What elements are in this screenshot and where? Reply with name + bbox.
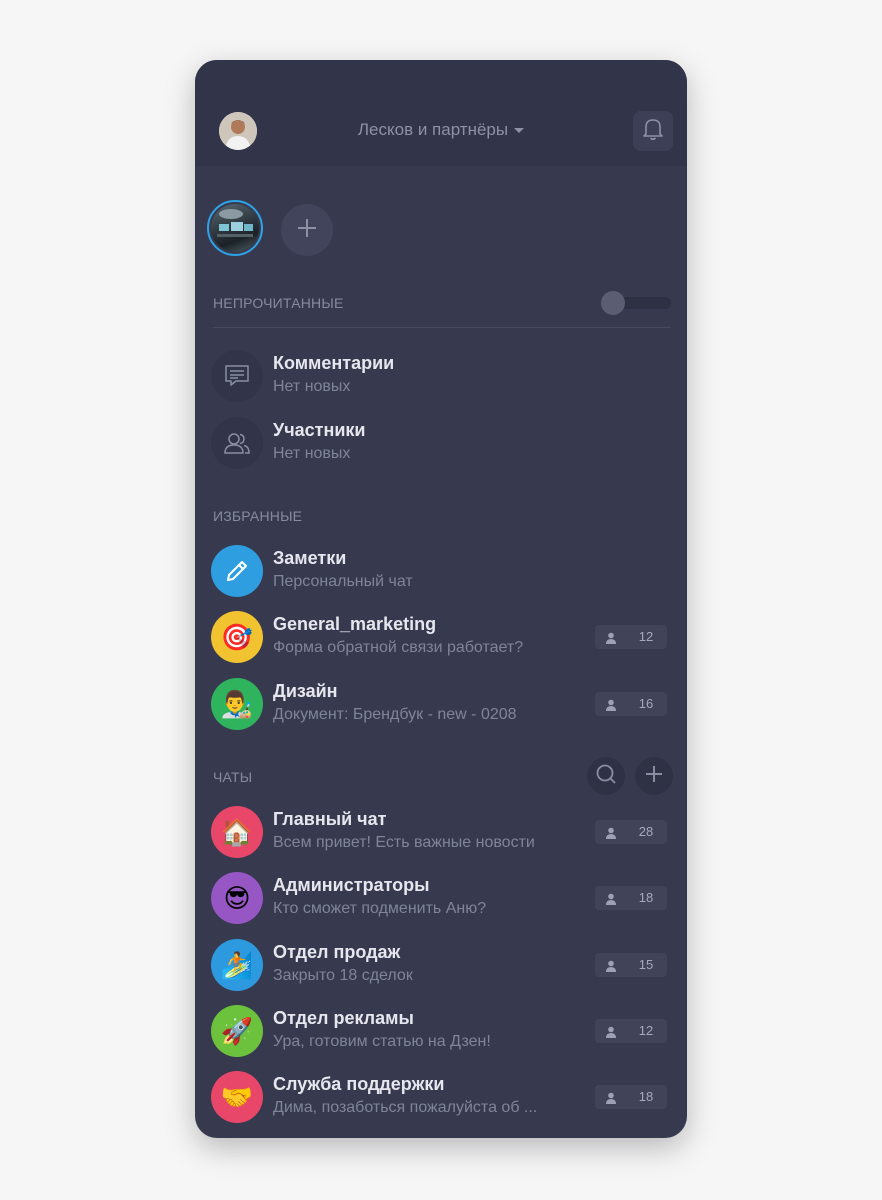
item-title: Дизайн bbox=[273, 681, 338, 701]
person-icon bbox=[605, 826, 617, 839]
house-icon: 🏠 bbox=[211, 806, 263, 858]
item-subtitle: Нет новых bbox=[273, 378, 351, 395]
add-workspace-button[interactable] bbox=[281, 204, 333, 256]
item-subtitle: Документ: Брендбук - new - 0208 bbox=[273, 706, 517, 723]
item-title: Участники bbox=[273, 420, 366, 440]
members-count: 15 bbox=[638, 957, 654, 972]
item-subtitle: Форма обратной связи работает? bbox=[273, 639, 524, 656]
members-badge: 16 bbox=[595, 692, 667, 716]
person-icon bbox=[605, 892, 617, 905]
unread-toggle[interactable] bbox=[601, 291, 671, 315]
unread-item-members[interactable]: Участники Нет новых bbox=[211, 417, 673, 473]
members-count: 18 bbox=[638, 1089, 654, 1104]
item-subtitle: Ура, готовим статью на Дзен! bbox=[273, 1033, 491, 1050]
item-subtitle: Нет новых bbox=[273, 445, 351, 462]
caret-down-icon bbox=[514, 128, 525, 134]
workspace-switcher[interactable]: Лесков и партнёры bbox=[195, 120, 687, 140]
members-badge: 12 bbox=[595, 1019, 667, 1043]
members-count: 12 bbox=[638, 1023, 654, 1038]
members-count: 12 bbox=[638, 629, 654, 644]
item-title: Комментарии bbox=[273, 353, 395, 373]
surfer-icon: 🏄 bbox=[211, 939, 263, 991]
person-icon bbox=[605, 1091, 617, 1104]
chat-item-admins[interactable]: 😎 Администраторы Кто сможет подменить Ан… bbox=[211, 872, 673, 928]
item-title: Заметки bbox=[273, 548, 347, 568]
chat-item-advertising[interactable]: 🚀 Отдел рекламы Ура, готовим статью на Д… bbox=[211, 1005, 673, 1061]
members-badge: 18 bbox=[595, 1085, 667, 1109]
item-title: Администраторы bbox=[273, 875, 430, 895]
item-title: Главный чат bbox=[273, 809, 387, 829]
workspace-active[interactable] bbox=[207, 200, 263, 256]
app-screen: Лесков и партнёры НЕПРОЧИТАННЫЕ Коммента… bbox=[195, 60, 687, 1138]
members-count: 28 bbox=[638, 824, 654, 839]
artist-icon: 👨‍🎨 bbox=[211, 678, 263, 730]
chat-item-main[interactable]: 🏠 Главный чат Всем привет! Есть важные н… bbox=[211, 806, 673, 862]
workspace-photo bbox=[211, 204, 259, 252]
favorite-item-notes[interactable]: Заметки Персональный чат bbox=[211, 545, 673, 601]
item-subtitle: Кто сможет подменить Аню? bbox=[273, 900, 487, 917]
target-icon: 🎯 bbox=[211, 611, 263, 663]
chat-item-support[interactable]: 🤝 Служба поддержки Дима, позаботься пожа… bbox=[211, 1071, 673, 1127]
bell-icon bbox=[642, 117, 664, 146]
users-icon bbox=[211, 417, 263, 469]
plus-icon bbox=[296, 217, 318, 244]
item-subtitle: Дима, позаботься пожалуйста об ... bbox=[273, 1099, 538, 1116]
favorites-section-label: ИЗБРАННЫЕ bbox=[213, 508, 303, 524]
sunglasses-icon: 😎 bbox=[211, 872, 263, 924]
notifications-button[interactable] bbox=[633, 111, 673, 151]
item-title: Отдел рекламы bbox=[273, 1008, 414, 1028]
members-count: 18 bbox=[638, 890, 654, 905]
item-subtitle: Персональный чат bbox=[273, 573, 413, 590]
members-badge: 28 bbox=[595, 820, 667, 844]
members-count: 16 bbox=[638, 696, 654, 711]
handshake-icon: 🤝 bbox=[211, 1071, 263, 1123]
item-subtitle: Всем привет! Есть важные новости bbox=[273, 834, 535, 851]
comment-icon bbox=[211, 350, 263, 402]
rocket-icon: 🚀 bbox=[211, 1005, 263, 1057]
unread-section-label: НЕПРОЧИТАННЫЕ bbox=[213, 295, 344, 311]
members-badge: 15 bbox=[595, 953, 667, 977]
search-icon bbox=[595, 763, 617, 790]
item-title: Отдел продаж bbox=[273, 942, 401, 962]
unread-item-comments[interactable]: Комментарии Нет новых bbox=[211, 350, 673, 406]
favorite-item-design[interactable]: 👨‍🎨 Дизайн Документ: Брендбук - new - 02… bbox=[211, 678, 673, 734]
new-chat-button[interactable] bbox=[635, 757, 673, 795]
person-icon bbox=[605, 698, 617, 711]
divider bbox=[213, 327, 671, 328]
members-badge: 18 bbox=[595, 886, 667, 910]
item-title: General_marketing bbox=[273, 614, 437, 634]
members-badge: 12 bbox=[595, 625, 667, 649]
item-title: Служба поддержки bbox=[273, 1074, 445, 1094]
person-icon bbox=[605, 1025, 617, 1038]
favorite-item-general-marketing[interactable]: 🎯 General_marketing Форма обратной связи… bbox=[211, 611, 673, 667]
pencil-icon bbox=[211, 545, 263, 597]
person-icon bbox=[605, 959, 617, 972]
chat-item-sales[interactable]: 🏄 Отдел продаж Закрыто 18 сделок 15 bbox=[211, 939, 673, 995]
chats-section-label: ЧАТЫ bbox=[213, 769, 253, 785]
plus-icon bbox=[644, 764, 664, 789]
item-subtitle: Закрыто 18 сделок bbox=[273, 967, 413, 984]
chat-search-button[interactable] bbox=[587, 757, 625, 795]
top-bar: Лесков и партнёры bbox=[195, 60, 687, 166]
workspace-title: Лесков и партнёры bbox=[357, 120, 509, 139]
person-icon bbox=[605, 631, 617, 644]
